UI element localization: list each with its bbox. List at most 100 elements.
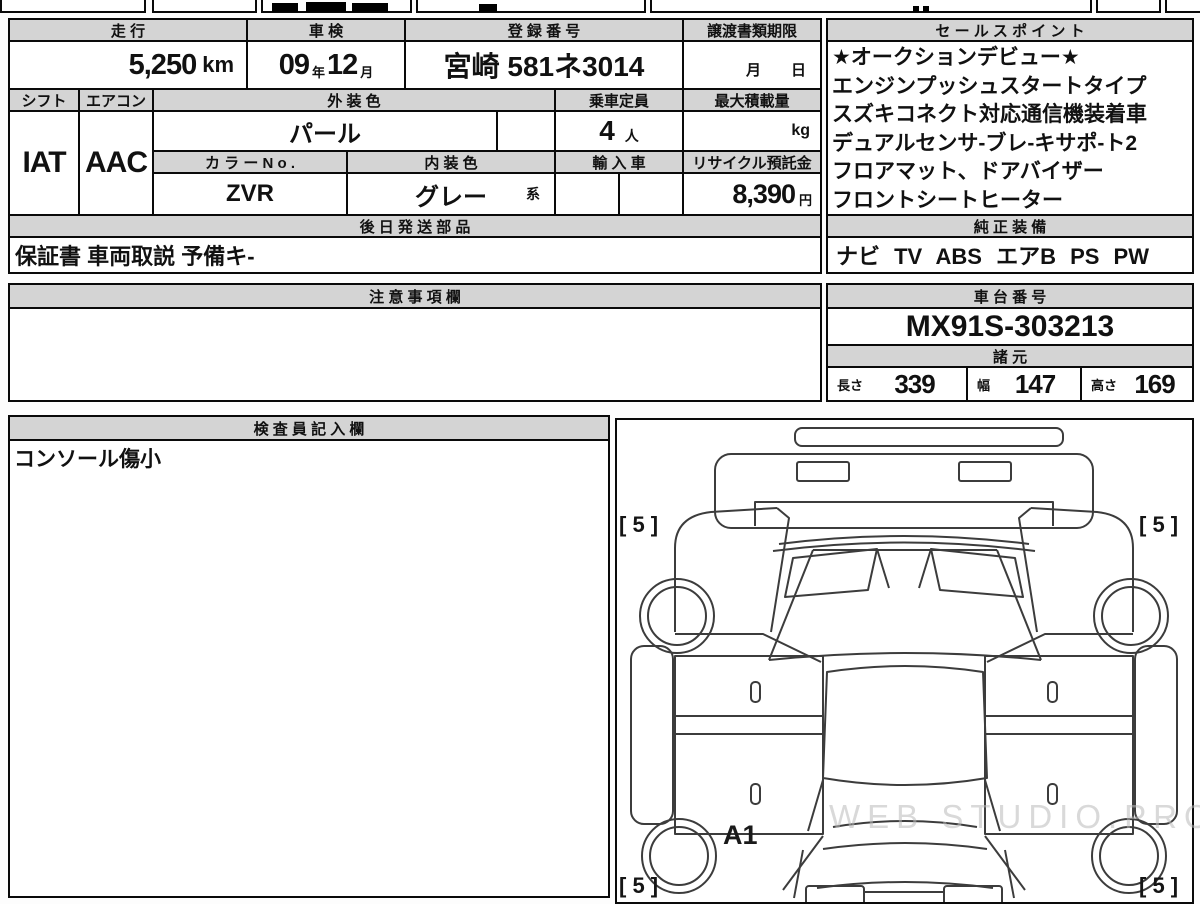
inspection-label: 車 検 — [308, 22, 344, 40]
exterior-color-value: パール — [289, 120, 361, 148]
height-value: 169 — [1134, 368, 1175, 399]
inspector-notes-header: 検 査 員 記 入 欄 — [8, 415, 610, 441]
mileage-value-cell: 5,250 km — [8, 40, 248, 90]
import-car-label: 輸 入 車 — [592, 154, 646, 172]
import-car-blank-cell-2 — [618, 172, 684, 216]
recycle-deposit-header: リサイクル預託金 — [682, 150, 822, 174]
genuine-equipment-label: 純 正 装 備 — [973, 218, 1047, 236]
height-label: 高さ — [1091, 377, 1118, 393]
mileage-label: 走 行 — [110, 22, 146, 40]
interior-color-header: 内 装 色 — [346, 150, 556, 174]
chassis-label: 車 台 番 号 — [973, 288, 1047, 306]
clipped-text-remnant — [272, 3, 298, 12]
chassis-header: 車 台 番 号 — [826, 283, 1194, 309]
inspection-header: 車 検 — [246, 18, 406, 42]
sales-point-line: フロントシートヒーター — [832, 188, 1063, 212]
shift-value: IAT — [22, 146, 66, 179]
color-no-value: ZVR — [226, 180, 274, 207]
tire-grade-rear-left: [ 5 ] — [619, 873, 659, 898]
notes-header: 注 意 事 項 欄 — [8, 283, 822, 309]
interior-color-value-cell: グレー 系 — [346, 172, 556, 216]
color-no-label: カ ラ ー N o . — [204, 154, 295, 172]
exterior-color-blank-cell — [496, 110, 556, 152]
max-load-label: 最大積載量 — [714, 92, 790, 110]
inspection-value-cell: 09 年 12 月 — [246, 40, 406, 90]
transfer-deadline-label: 譲渡書類期限 — [706, 22, 797, 40]
recycle-deposit-value: 8,390 — [732, 178, 796, 209]
interior-color-label: 内 装 色 — [424, 154, 478, 172]
inspection-year-unit: 年 — [311, 64, 325, 80]
tire-grade-front-right: [ 5 ] — [1139, 512, 1179, 537]
exterior-color-value-cell: パール — [152, 110, 498, 152]
clipped-text-remnant — [479, 4, 497, 12]
transfer-deadline-header: 譲渡書類期限 — [682, 18, 822, 42]
capacity-value: 4 — [599, 115, 615, 146]
width-cell: 幅 147 — [966, 366, 1082, 402]
registration-label: 登 録 番 号 — [507, 22, 581, 40]
height-cell: 高さ 169 — [1080, 366, 1194, 402]
genuine-equipment-value-cell: ナビ TV ABS エアB PS PW — [826, 236, 1194, 274]
tire-grade-rear-right: [ 5 ] — [1139, 873, 1179, 898]
interior-color-suffix: 系 — [526, 186, 540, 202]
genuine-equipment-value: ナビ TV ABS エアB PS PW — [836, 244, 1149, 269]
registration-header: 登 録 番 号 — [404, 18, 684, 42]
sales-point-line: フロアマット、ドアバイザー — [832, 160, 1104, 183]
clipped-cell — [0, 0, 146, 13]
damage-mark-a1: A1 — [723, 820, 758, 850]
inspector-notes-label: 検 査 員 記 入 欄 — [253, 420, 365, 438]
mileage-header: 走 行 — [8, 18, 248, 42]
specs-header: 諸 元 — [826, 344, 1194, 368]
inspector-notes-body: コンソール傷小 — [8, 439, 610, 898]
registration-value: 宮崎 581ネ3014 — [443, 51, 645, 82]
clipped-cell — [152, 0, 257, 13]
aircon-label: エアコン — [85, 92, 146, 110]
inspector-notes-value: コンソール傷小 — [14, 448, 161, 471]
exterior-color-label: 外 装 色 — [327, 92, 381, 110]
import-car-blank-cell-1 — [554, 172, 620, 216]
max-load-unit: kg — [791, 122, 810, 139]
sales-point-line: スズキコネクト対応通信機装着車 — [832, 103, 1147, 126]
color-no-header: カ ラ ー N o . — [152, 150, 348, 174]
inspection-year: 09 — [278, 48, 310, 81]
length-label: 長さ — [837, 377, 864, 393]
notes-body — [8, 307, 822, 402]
clipped-text-remnant — [306, 2, 346, 12]
clipped-cell — [416, 0, 646, 13]
genuine-equipment-header: 純 正 装 備 — [826, 214, 1194, 238]
color-no-value-cell: ZVR — [152, 172, 348, 216]
import-car-header: 輸 入 車 — [554, 150, 684, 174]
aircon-value-cell: AAC — [78, 110, 154, 216]
exterior-color-header: 外 装 色 — [152, 88, 556, 112]
sales-points-body: ★オークションデビュー★ エンジンプッシュスタートタイプ スズキコネクト対応通信… — [826, 40, 1194, 216]
length-cell: 長さ 339 — [826, 366, 968, 402]
shift-value-cell: IAT — [8, 110, 80, 216]
recycle-deposit-label: リサイクル預託金 — [692, 154, 812, 172]
chassis-value-cell: MX91S-303213 — [826, 307, 1194, 346]
mileage-unit: km — [202, 52, 234, 77]
shift-label: シフト — [21, 92, 67, 110]
transfer-deadline-cell: 月 日 — [682, 40, 822, 90]
sales-point-line: エンジンプッシュスタートタイプ — [832, 74, 1147, 98]
recycle-deposit-unit: 円 — [798, 192, 812, 208]
capacity-value-cell: 4 人 — [554, 110, 684, 152]
sales-points-label: セ ー ル ス ポ イ ン ト — [935, 22, 1085, 40]
aircon-value: AAC — [85, 146, 148, 179]
sales-points-header: セ ー ル ス ポ イ ン ト — [826, 18, 1194, 42]
clipped-cell — [1165, 0, 1200, 13]
aircon-header: エアコン — [78, 88, 154, 112]
clipped-text-remnant — [352, 3, 388, 12]
length-value: 339 — [894, 368, 935, 399]
capacity-header: 乗車定員 — [554, 88, 684, 112]
notes-label: 注 意 事 項 欄 — [369, 288, 461, 306]
capacity-unit: 人 — [624, 128, 639, 144]
capacity-label: 乗車定員 — [588, 92, 649, 110]
later-parts-value-cell: 保証書 車両取説 予備キ- — [8, 236, 822, 274]
recycle-deposit-value-cell: 8,390 円 — [682, 172, 822, 216]
sales-point-line: デュアルセンサ-ブレ-キサポ-ト2 — [832, 131, 1138, 155]
later-parts-header: 後 日 発 送 部 品 — [8, 214, 822, 238]
clipped-cell — [1096, 0, 1161, 13]
max-load-header: 最大積載量 — [682, 88, 822, 112]
max-load-value-cell: kg — [682, 110, 822, 152]
clipped-text-remnant — [913, 6, 919, 12]
mileage-value: 5,250 — [128, 48, 198, 81]
